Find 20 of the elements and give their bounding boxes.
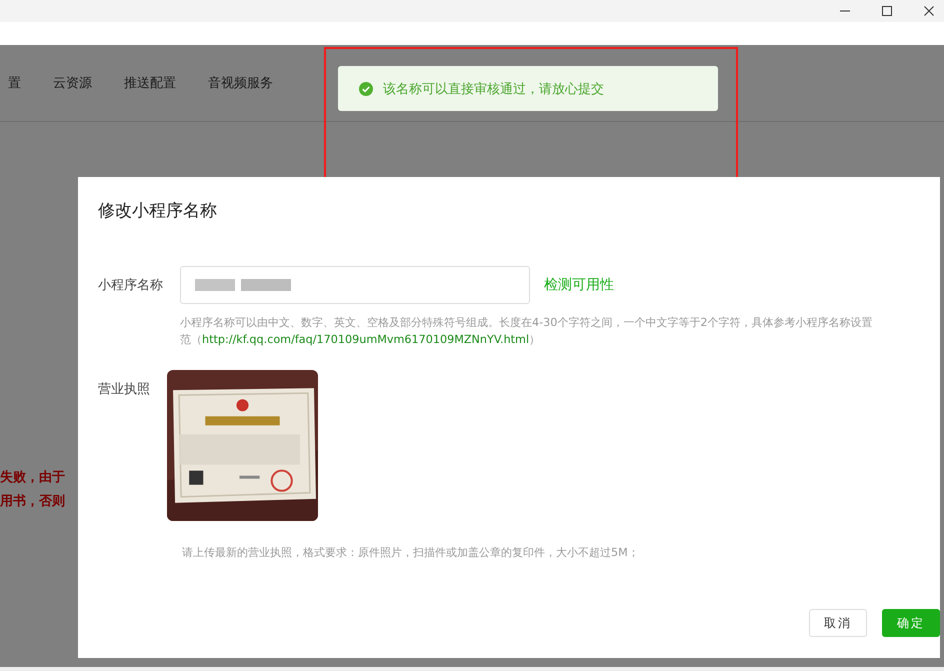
help-text: 小程序名称可以由中文、数字、英文、空格及部分特殊符号组成。长度在4-30个字符之间，一个中文字等于2个字符，具体参考小程序名称设置 范（http://kf.qq.com/faq/170109umMvm6170109MZNnYV.html） [180,315,874,348]
confirm-button[interactable]: 确定 [882,609,940,637]
nav-tab[interactable]: 推送配置 [124,74,176,92]
field-label: 小程序名称 [98,277,164,294]
name-input-field[interactable] [180,266,530,304]
toast-message: 该名称可以直接审核通过，请放心提交 [383,80,604,98]
faq-link[interactable]: http://kf.qq.com/faq/170109umMvm6170109MZNnYV.html [202,333,530,346]
check-availability-link[interactable]: 检测可用性 [544,276,614,294]
dialog-title: 修改小程序名称 [98,200,218,222]
nav-tab[interactable]: 置 [8,74,21,92]
maximize-icon[interactable] [880,4,894,18]
nav-tab[interactable]: 云资源 [53,74,92,92]
close-icon[interactable] [922,4,936,18]
cancel-button[interactable]: 取消 [809,609,867,637]
field-label: 营业执照 [98,381,151,398]
notice-text: 失败，由于 [0,469,65,486]
notice-text: 用书，否则 [0,493,65,510]
check-circle-icon [359,82,373,96]
nav-tab[interactable]: 音视频服务 [208,74,273,92]
upload-hint: 请上传最新的营业执照，格式要求：原件照片，扫描件或加盖公章的复印件，大小不超过5M； [182,545,640,560]
